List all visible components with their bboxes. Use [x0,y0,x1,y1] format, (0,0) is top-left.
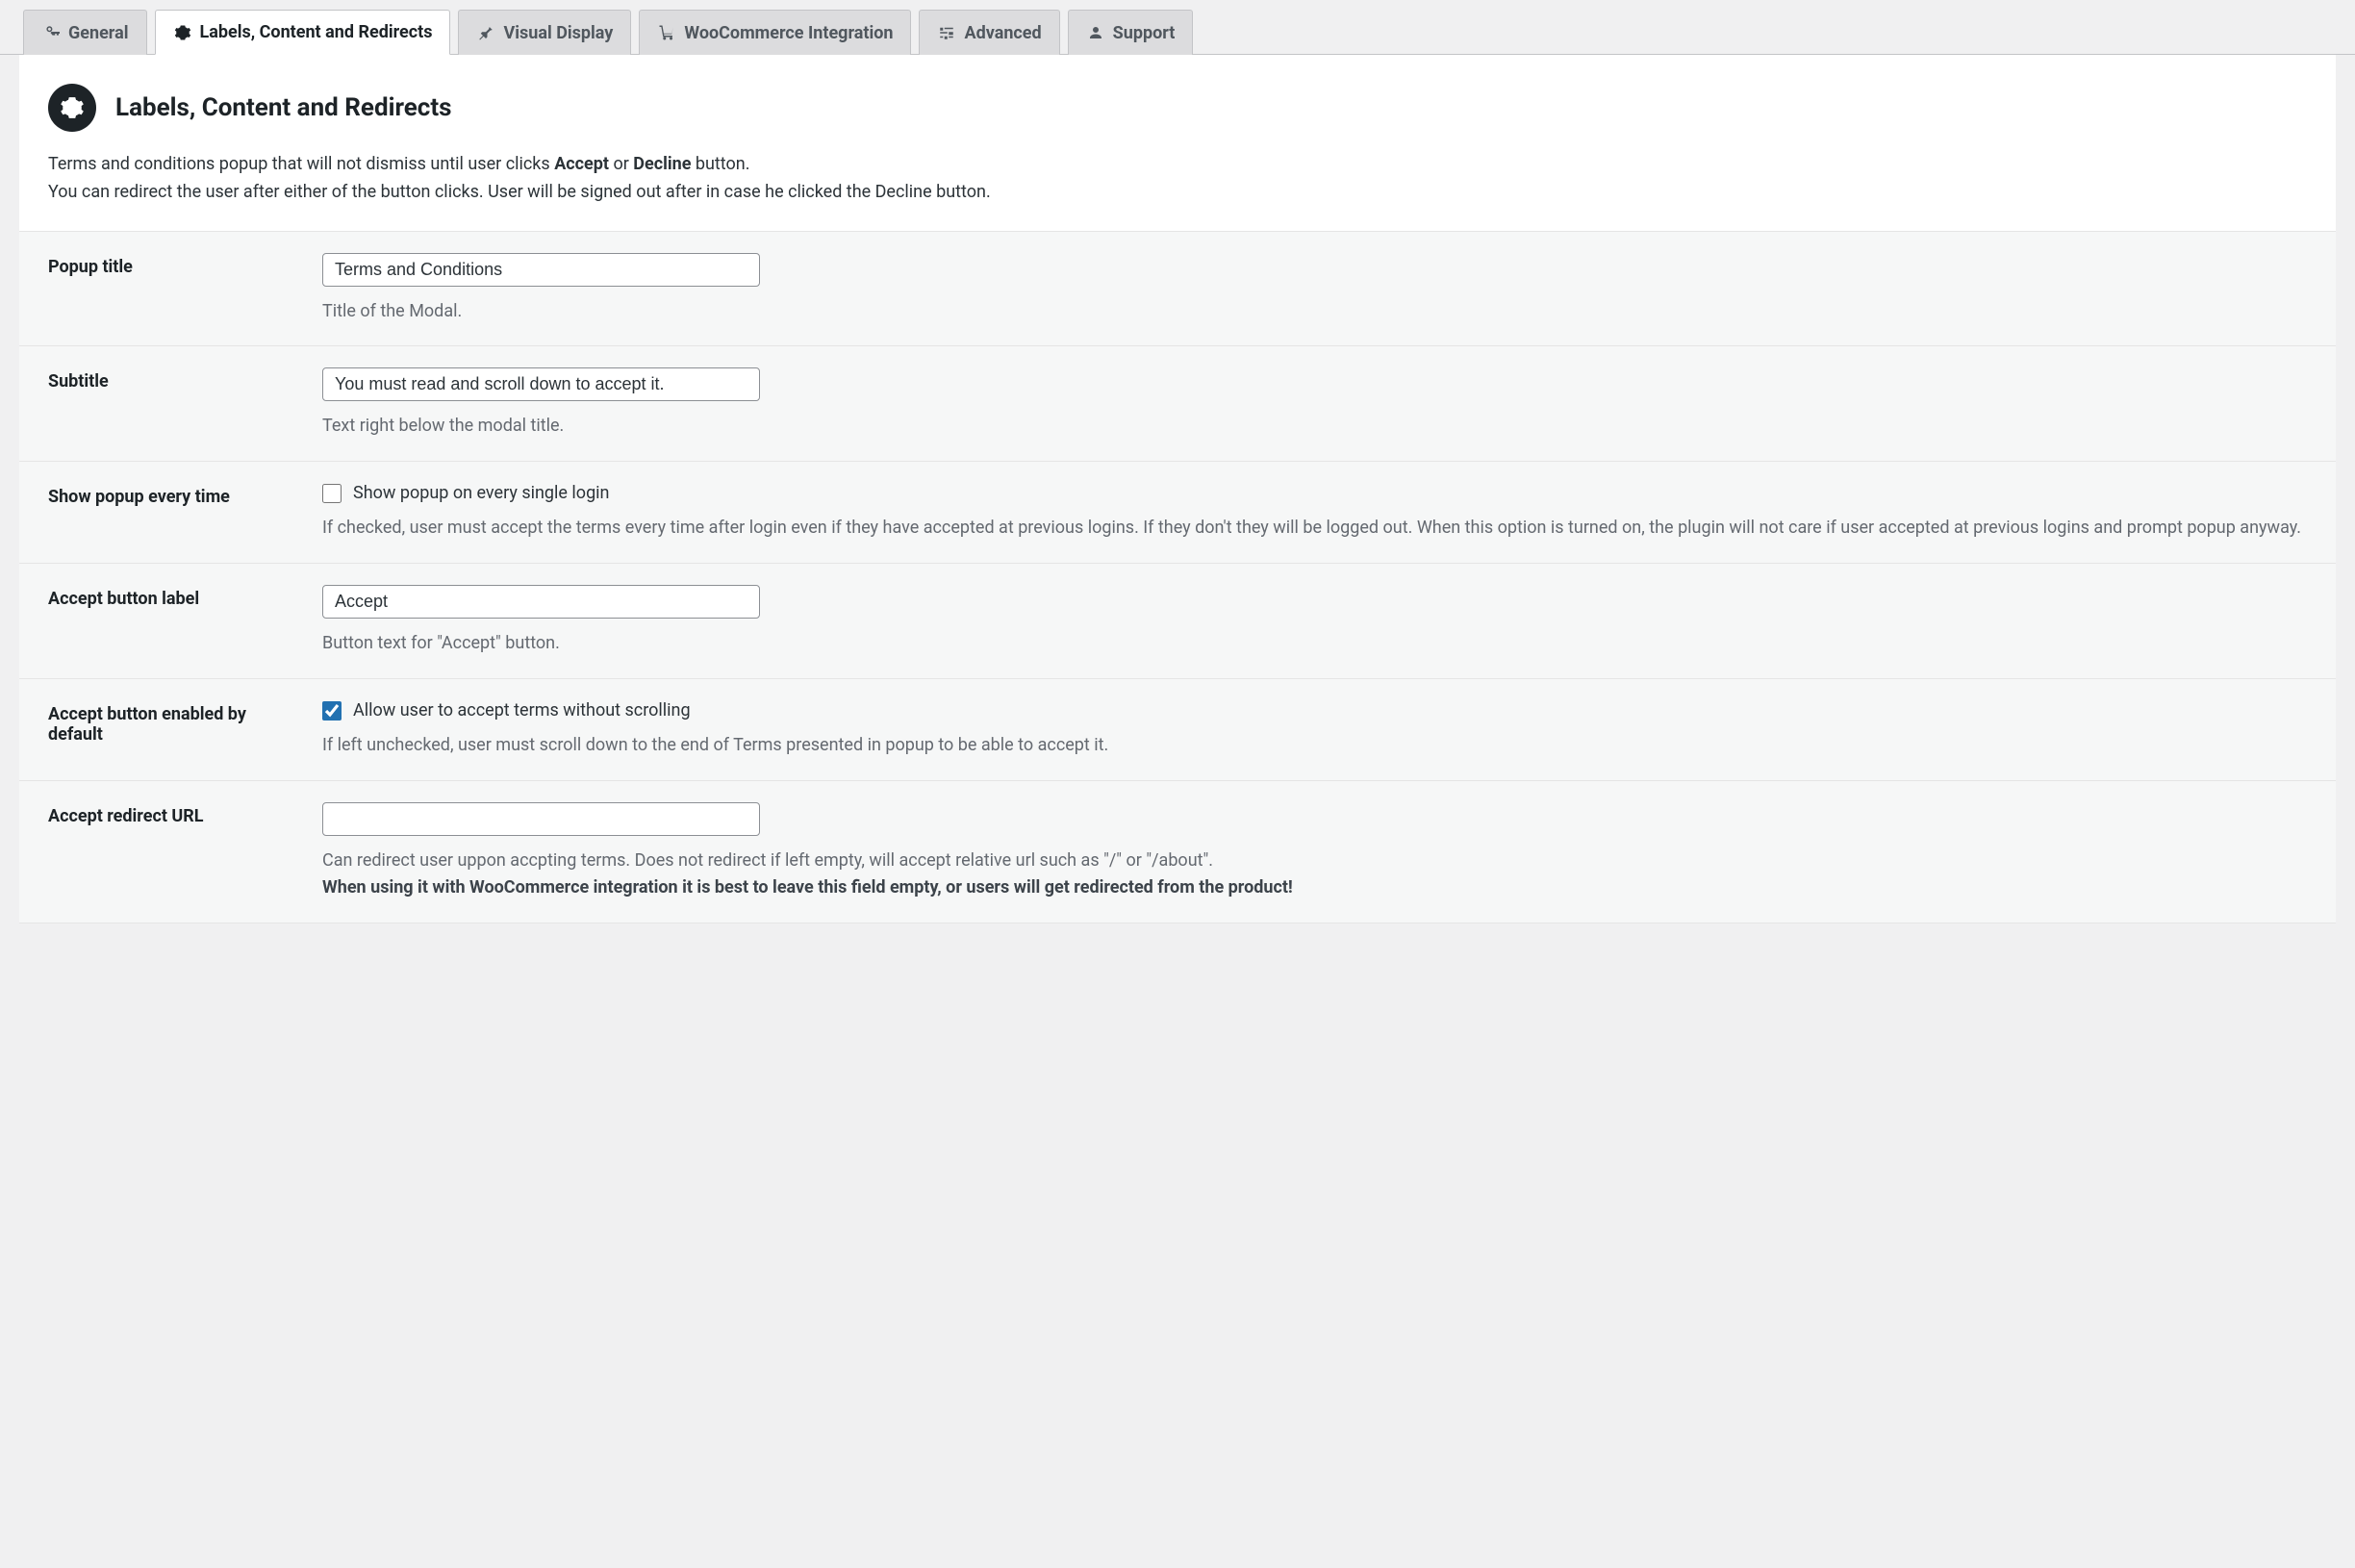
help-popup-title: Title of the Modal. [322,298,2307,325]
help-accept-enabled: If left unchecked, user must scroll down… [322,732,2307,759]
label-subtitle: Subtitle [48,367,322,440]
row-show-every-time: Show popup every time Show popup on ever… [19,462,2336,564]
label-popup-title: Popup title [48,253,322,325]
tab-advanced[interactable]: Advanced [919,10,1059,55]
checkbox-label-show-every-time: Show popup on every single login [353,483,610,503]
popup-title-input[interactable] [322,253,760,287]
tab-general[interactable]: General [23,10,147,55]
checkbox-row-accept-enabled: Allow user to accept terms without scrol… [322,700,2307,721]
pin-icon [476,23,495,42]
cart-icon [657,23,676,42]
control-subtitle: Text right below the modal title. [322,367,2307,440]
sliders-icon [937,23,956,42]
accept-redirect-input[interactable] [322,802,760,836]
checkbox-row-show-every-time: Show popup on every single login [322,483,2307,503]
row-popup-title: Popup title Title of the Modal. [19,232,2336,347]
tab-label: Visual Display [503,23,613,43]
row-accept-redirect: Accept redirect URL Can redirect user up… [19,781,2336,923]
help-accept-redirect: Can redirect user uppon accpting terms. … [322,847,2307,901]
control-accept-redirect: Can redirect user uppon accpting terms. … [322,802,2307,901]
panel-title: Labels, Content and Redirects [115,93,452,122]
row-subtitle: Subtitle Text right below the modal titl… [19,346,2336,462]
tab-label: Support [1113,23,1176,43]
help-show-every-time: If checked, user must accept the terms e… [322,515,2307,542]
tab-support[interactable]: Support [1068,10,1194,55]
tab-visual-display[interactable]: Visual Display [458,10,631,55]
tab-labels-content[interactable]: Labels, Content and Redirects [155,10,451,55]
control-accept-label: Button text for "Accept" button. [322,585,2307,657]
tab-label: Labels, Content and Redirects [200,22,433,42]
row-accept-enabled: Accept button enabled by default Allow u… [19,679,2336,781]
tab-label: General [68,23,129,43]
gear-icon [173,23,192,42]
panel-header: Labels, Content and Redirects [19,84,2336,151]
accept-label-input[interactable] [322,585,760,619]
key-icon [41,23,61,42]
label-accept-enabled: Accept button enabled by default [48,700,322,759]
control-popup-title: Title of the Modal. [322,253,2307,325]
label-show-every-time: Show popup every time [48,483,322,542]
gear-icon [48,84,96,132]
show-every-time-checkbox[interactable] [322,484,342,503]
help-accept-label: Button text for "Accept" button. [322,630,2307,657]
tab-woocommerce[interactable]: WooCommerce Integration [639,10,911,55]
tab-label: WooCommerce Integration [684,23,893,43]
form-table: Popup title Title of the Modal. Subtitle… [19,231,2336,923]
settings-panel: Labels, Content and Redirects Terms and … [19,55,2336,923]
checkbox-label-accept-enabled: Allow user to accept terms without scrol… [353,700,691,721]
row-accept-label: Accept button label Button text for "Acc… [19,564,2336,679]
subtitle-input[interactable] [322,367,760,401]
label-accept-redirect: Accept redirect URL [48,802,322,901]
tabs-nav: General Labels, Content and Redirects Vi… [0,0,2355,55]
tab-label: Advanced [964,23,1041,43]
control-show-every-time: Show popup on every single login If chec… [322,483,2307,542]
accept-enabled-checkbox[interactable] [322,701,342,721]
label-accept-button: Accept button label [48,585,322,657]
settings-container: General Labels, Content and Redirects Vi… [0,0,2355,1568]
user-icon [1086,23,1105,42]
help-subtitle: Text right below the modal title. [322,413,2307,440]
panel-description: Terms and conditions popup that will not… [19,151,2336,231]
control-accept-enabled: Allow user to accept terms without scrol… [322,700,2307,759]
